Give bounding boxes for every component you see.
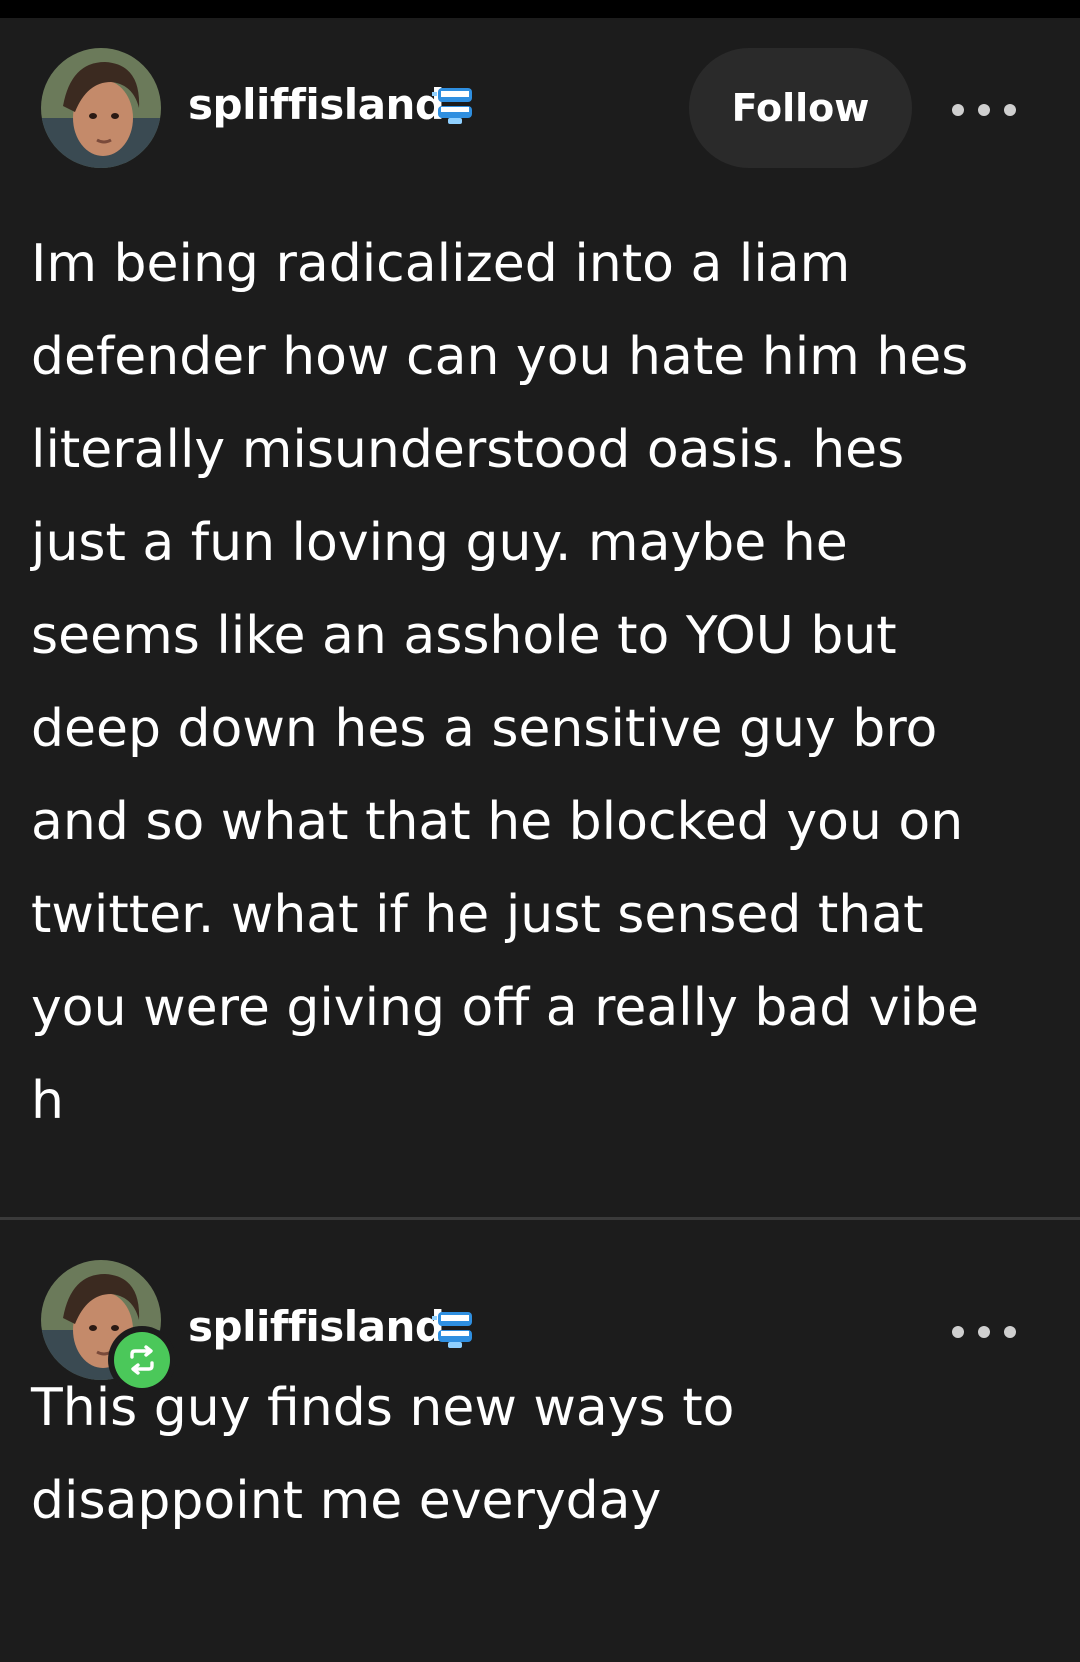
more-options-icon[interactable]: [952, 95, 1016, 125]
post-body-text: This guy finds new ways to disappoint me…: [31, 1362, 1051, 1548]
username[interactable]: spliffisland: [188, 84, 445, 126]
username[interactable]: spliffisland: [188, 1306, 445, 1348]
post-text-line: disappoint me everyday: [31, 1471, 662, 1531]
chattering-teeth-icon: [432, 1306, 476, 1350]
post-text-line: literally misunderstood oasis. hes: [31, 420, 905, 480]
post-text-line: twitter. what if he just sensed that: [31, 885, 924, 945]
follow-button[interactable]: Follow: [689, 48, 912, 168]
post-text-line: h: [31, 1071, 64, 1131]
post-text-line: seems like an asshole to YOU but: [31, 606, 897, 666]
avatar[interactable]: [41, 48, 161, 168]
post-text-line: deep down hes a sensitive guy bro: [31, 699, 938, 759]
post-body-text: Im being radicalized into a liam defende…: [31, 218, 1051, 1148]
post-text-line: you were giving off a really bad vibe: [31, 978, 980, 1038]
more-options-icon[interactable]: [952, 1317, 1016, 1347]
status-bar-strip: [0, 0, 1080, 18]
post-text-line: just a fun loving guy. maybe he: [31, 513, 848, 573]
post-original: spliffisland Follow Im being radicalized…: [0, 18, 1080, 1217]
avatar-photo: [41, 48, 161, 168]
chattering-teeth-icon: [432, 82, 476, 126]
post-reblog: spliffisland This guy finds new ways to …: [0, 1220, 1080, 1662]
post-text-line: defender how can you hate him hes: [31, 327, 969, 387]
post-text-line: Im being radicalized into a liam: [31, 234, 851, 294]
post-text-line: and so what that he blocked you on: [31, 792, 964, 852]
post-text-line: This guy finds new ways to: [31, 1378, 735, 1438]
